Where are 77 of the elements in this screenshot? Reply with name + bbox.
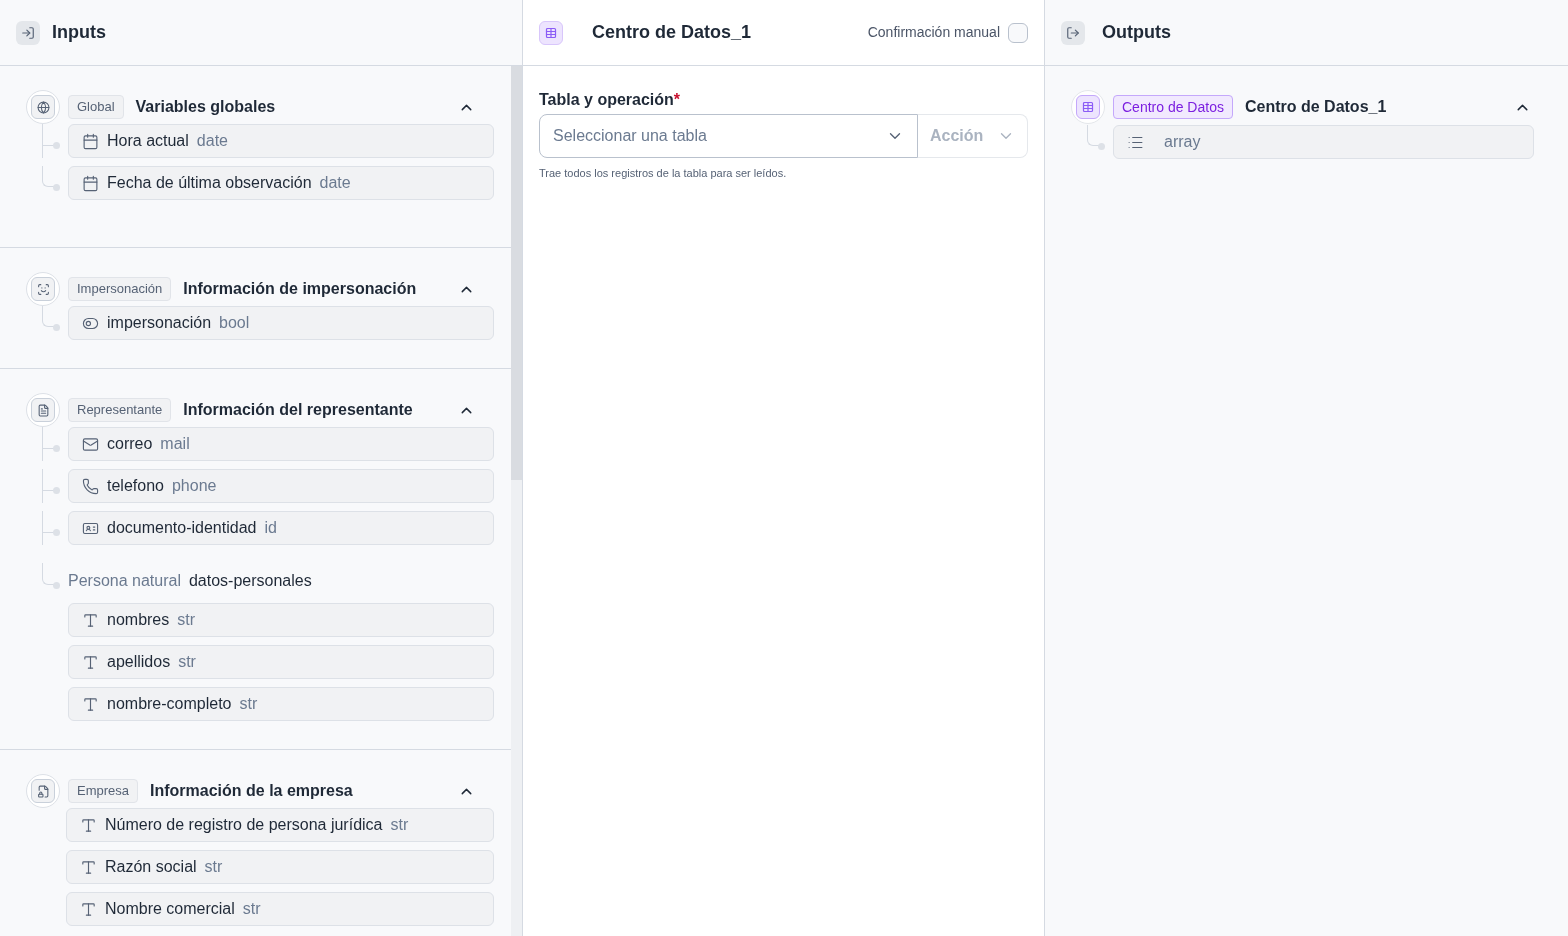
variable-item[interactable]: nombres str xyxy=(68,603,494,637)
variable-type: phone xyxy=(171,476,217,496)
scrollbar[interactable] xyxy=(511,66,522,936)
variable-type: date xyxy=(319,173,351,193)
text-icon xyxy=(80,816,97,834)
variable-type: bool xyxy=(219,313,250,333)
variable-name: Razón social xyxy=(105,857,197,877)
variable-name: Hora actual xyxy=(107,131,189,151)
section-title: Información de impersonación xyxy=(183,279,417,299)
sign-in-icon xyxy=(16,20,40,45)
text-icon xyxy=(82,695,99,713)
node-title: Centro de Datos_1 xyxy=(592,21,752,44)
table-select[interactable]: Seleccionar una tabla xyxy=(539,114,918,158)
variable-type: str xyxy=(239,694,258,714)
section-tag: Impersonación xyxy=(68,277,172,301)
mail-icon xyxy=(82,435,99,453)
sign-out-icon xyxy=(1061,20,1085,45)
text-icon xyxy=(80,900,97,918)
variable-type: mail xyxy=(160,434,190,454)
checkbox-label: Confirmación manual xyxy=(867,23,1000,42)
panel-title: Inputs xyxy=(52,21,106,44)
variable-item[interactable]: correo mail xyxy=(68,427,494,461)
group-label: Persona natural xyxy=(68,571,181,591)
section-title: Variables globales xyxy=(135,97,276,117)
document-lock-icon xyxy=(36,784,50,798)
section-title: Información de la empresa xyxy=(150,781,353,801)
variable-type: str xyxy=(177,610,196,630)
variable-name: telefono xyxy=(107,476,164,496)
variable-item[interactable]: Número de registro de persona jurídica str xyxy=(66,808,494,842)
field-hint: Trae todos los registros de la tabla para ser leídos. xyxy=(539,166,788,181)
face-scan-icon xyxy=(36,282,50,296)
calendar-icon xyxy=(82,132,99,150)
section-title: Centro de Datos_1 xyxy=(1244,97,1387,117)
manual-confirmation-checkbox[interactable] xyxy=(1008,22,1028,43)
variable-item[interactable]: apellidos str xyxy=(68,645,494,679)
variable-type: date xyxy=(196,131,228,151)
field-label: Tabla y operación* xyxy=(539,90,682,110)
variable-item[interactable]: Fecha de última observación date xyxy=(68,166,494,200)
globe-icon xyxy=(36,100,50,114)
document-icon xyxy=(36,403,50,417)
variable-item[interactable]: Nombre comercial str xyxy=(66,892,494,926)
section-tag: Centro de Datos xyxy=(1113,95,1233,119)
variable-item[interactable]: Razón social str xyxy=(66,850,494,884)
variable-item[interactable]: nombre-completo str xyxy=(68,687,494,721)
variable-name: Número de registro de persona jurídica xyxy=(105,815,383,835)
variable-item[interactable]: telefono phone xyxy=(68,469,494,503)
table-icon xyxy=(539,20,563,45)
variable-name: nombre-completo xyxy=(107,694,232,714)
phone-icon xyxy=(82,477,99,495)
variable-name: correo xyxy=(107,434,153,454)
variable-name: nombres xyxy=(107,610,170,630)
variable-item[interactable]: Hora actual date xyxy=(68,124,494,158)
variable-type: id xyxy=(264,518,277,538)
variable-name: Nombre comercial xyxy=(105,899,235,919)
panel-title: Outputs xyxy=(1102,21,1171,44)
table-icon xyxy=(1082,101,1094,113)
variable-type: str xyxy=(178,652,196,672)
text-icon xyxy=(80,858,97,876)
variable-item[interactable]: array xyxy=(1113,125,1534,159)
variable-name: documento-identidad xyxy=(107,518,257,538)
variable-type: str xyxy=(390,815,409,835)
variable-name: impersonación xyxy=(107,313,212,333)
text-icon xyxy=(82,611,99,629)
variable-item[interactable]: documento-identidad id xyxy=(68,511,494,545)
variable-type: str xyxy=(204,857,223,877)
group-name: datos-personales xyxy=(188,571,312,591)
variable-name: array xyxy=(1164,132,1201,152)
calendar-icon xyxy=(82,174,99,192)
variable-name: apellidos xyxy=(107,652,171,672)
section-tag: Representante xyxy=(68,398,172,422)
section-title: Información del representante xyxy=(183,400,413,420)
section-tag: Global xyxy=(68,95,124,119)
variable-type: str xyxy=(242,899,261,919)
variable-item[interactable]: impersonación bool xyxy=(68,306,494,340)
section-tag: Empresa xyxy=(68,779,139,803)
text-icon xyxy=(82,653,99,671)
variable-name: Fecha de última observación xyxy=(107,173,312,193)
